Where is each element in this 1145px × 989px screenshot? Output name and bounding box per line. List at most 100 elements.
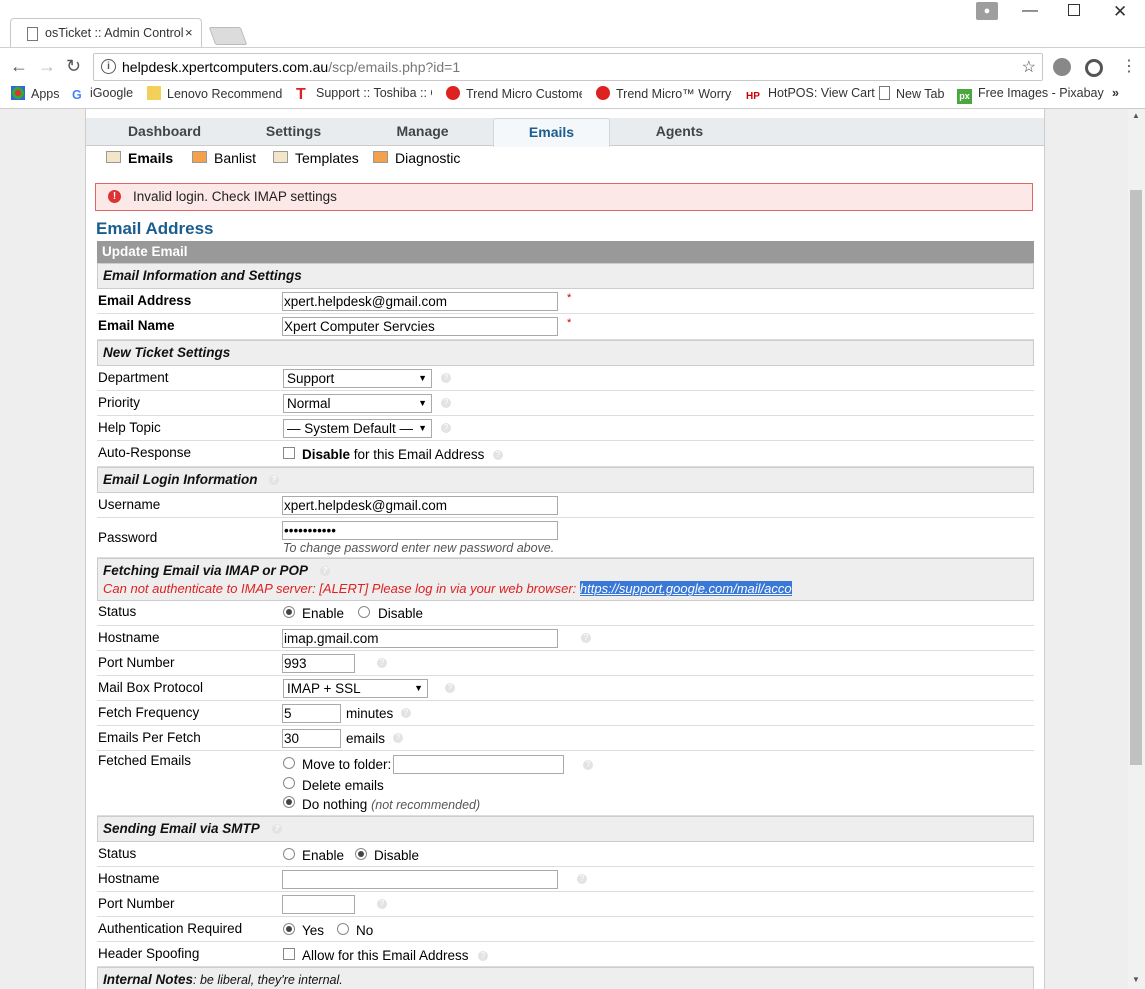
scrollbar-thumb[interactable] (1130, 190, 1142, 765)
smtp-port-input[interactable] (282, 895, 355, 914)
fetch-error-link[interactable]: https://support.google.com/mail/acco (579, 581, 792, 596)
row-smtp-hostname: Hostname ? (97, 867, 1034, 892)
bookmark-trendmicro-worry[interactable]: Trend Micro™ Worry-F (596, 86, 732, 101)
tab-manage[interactable]: Manage (365, 118, 480, 145)
subnav-diagnostic[interactable]: Diagnostic (373, 150, 460, 166)
minimize-icon[interactable]: — (1022, 2, 1038, 20)
tab-agents[interactable]: Agents (622, 118, 737, 145)
help-icon[interactable]: ? (320, 566, 330, 576)
do-nothing-radio[interactable] (283, 796, 295, 808)
move-folder-input[interactable] (393, 755, 564, 774)
help-icon[interactable]: ? (577, 874, 587, 884)
auth-no-radio[interactable] (337, 923, 349, 935)
row-frequency: Fetch Frequency 5 minutes ? (97, 701, 1034, 726)
help-icon[interactable]: ? (583, 760, 593, 770)
fetch-hostname-input[interactable]: imap.gmail.com (282, 629, 558, 648)
department-select[interactable]: Support ▼ (283, 369, 432, 388)
help-icon[interactable]: ? (478, 951, 488, 961)
close-window-icon[interactable]: ✕ (1113, 2, 1127, 22)
bookmark-hotpos[interactable]: HP HotPOS: View Cart (746, 86, 875, 105)
subnav-emails[interactable]: Emails (106, 150, 173, 166)
help-icon[interactable]: ? (441, 398, 451, 408)
help-icon[interactable]: ? (445, 683, 455, 693)
password-input[interactable]: ••••••••••• (282, 521, 558, 540)
bookmark-igoogle[interactable]: GiGoogle (72, 86, 133, 102)
extension-icon[interactable] (1085, 59, 1103, 77)
priority-select[interactable]: Normal ▼ (283, 394, 432, 413)
tab-close-icon[interactable]: × (185, 25, 193, 40)
chevron-down-icon: ▼ (418, 423, 427, 433)
help-icon[interactable]: ? (393, 733, 403, 743)
row-fetch-status: Status Enable Disable (97, 600, 1034, 626)
help-icon[interactable]: ? (441, 423, 451, 433)
email-address-input[interactable]: xpert.helpdesk@gmail.com (282, 292, 558, 311)
back-icon[interactable]: ← (10, 56, 28, 77)
reload-icon[interactable]: ↻ (66, 56, 81, 77)
forward-icon[interactable]: → (38, 56, 56, 77)
help-icon[interactable]: ? (581, 633, 591, 643)
subnav-templates[interactable]: Templates (273, 150, 359, 166)
browser-tabstrip: osTicket :: Admin Control × ● — ✕ (0, 0, 1145, 49)
help-icon[interactable]: ? (377, 899, 387, 909)
protocol-select[interactable]: IMAP + SSL ▼ (283, 679, 428, 698)
google-icon: G (72, 88, 82, 102)
help-icon[interactable]: ? (401, 708, 411, 718)
delete-emails-radio[interactable] (283, 777, 295, 789)
section-internal-notes: Internal Notes: be liberal, they're inte… (97, 967, 1034, 989)
new-tab-button[interactable] (208, 27, 248, 45)
tab-dashboard[interactable]: Dashboard (107, 118, 222, 145)
move-to-folder-radio[interactable] (283, 757, 295, 769)
bookmark-lenovo[interactable]: Lenovo Recommende (147, 86, 283, 101)
bookmark-trendmicro-customer[interactable]: Trend Micro Custome (446, 86, 582, 101)
auth-yes-radio[interactable] (283, 923, 295, 935)
bookmark-apps[interactable]: Apps (11, 86, 60, 101)
subnav-banlist[interactable]: Banlist (192, 150, 256, 166)
row-help-topic: Help Topic — System Default — ▼ ? (97, 416, 1034, 441)
address-bar[interactable]: i helpdesk.xpertcomputers.com.au/scp/ema… (93, 53, 1043, 81)
help-icon[interactable]: ? (269, 475, 279, 485)
fetch-port-input[interactable]: 993 (282, 654, 355, 673)
bookmark-toshiba[interactable]: T Support :: Toshiba :: C (296, 86, 432, 100)
section-new-ticket: New Ticket Settings (97, 340, 1034, 366)
frequency-input[interactable]: 5 (282, 704, 341, 723)
page-icon (27, 27, 38, 41)
per-fetch-input[interactable]: 30 (282, 729, 341, 748)
bookmark-star-icon[interactable]: ☆ (1022, 57, 1036, 77)
help-topic-select[interactable]: — System Default — ▼ (283, 419, 432, 438)
scroll-down-icon[interactable]: ▼ (1132, 975, 1140, 984)
auto-response-checkbox[interactable] (283, 447, 295, 459)
more-bookmarks-icon[interactable]: » (1112, 86, 1119, 100)
help-icon[interactable]: ? (493, 450, 503, 460)
menu-icon[interactable]: ⋮ (1121, 56, 1137, 76)
bookmark-newtab[interactable]: New Tab (879, 86, 944, 101)
header-spoofing-checkbox[interactable] (283, 948, 295, 960)
browser-tab[interactable]: osTicket :: Admin Control × (10, 18, 202, 49)
extension-icon[interactable] (1053, 58, 1071, 76)
smtp-disable-radio[interactable] (355, 848, 367, 860)
smtp-enable-radio[interactable] (283, 848, 295, 860)
profile-icon[interactable]: ● (976, 2, 998, 20)
row-email-address: Email Address xpert.helpdesk@gmail.com * (97, 289, 1034, 314)
section-email-info: Email Information and Settings (97, 263, 1034, 289)
help-icon[interactable]: ? (377, 658, 387, 668)
tab-title: osTicket :: Admin Control (45, 26, 183, 40)
smtp-hostname-input[interactable] (282, 870, 558, 889)
scroll-up-icon[interactable]: ▲ (1132, 111, 1140, 120)
tab-emails[interactable]: Emails (493, 118, 610, 147)
info-icon[interactable]: i (101, 59, 116, 74)
username-input[interactable]: xpert.helpdesk@gmail.com (282, 496, 558, 515)
tab-settings[interactable]: Settings (236, 118, 351, 145)
fetch-disable-radio[interactable] (358, 606, 370, 618)
email-name-input[interactable]: Xpert Computer Servcies (282, 317, 558, 336)
bookmark-pixabay[interactable]: px Free Images - Pixabay (957, 86, 1104, 104)
help-icon[interactable]: ? (272, 824, 282, 834)
banlist-icon (192, 151, 207, 163)
help-icon[interactable]: ? (441, 373, 451, 383)
password-hint: To change password enter new password ab… (283, 541, 555, 555)
section-smtp: Sending Email via SMTP? (97, 816, 1034, 842)
row-header-spoofing: Header Spoofing Allow for this Email Add… (97, 942, 1034, 967)
fetch-enable-radio[interactable] (283, 606, 295, 618)
maximize-icon[interactable] (1068, 4, 1080, 16)
row-auto-response: Auto-Response Disable for this Email Add… (97, 441, 1034, 467)
page-title: Email Address (96, 219, 214, 238)
